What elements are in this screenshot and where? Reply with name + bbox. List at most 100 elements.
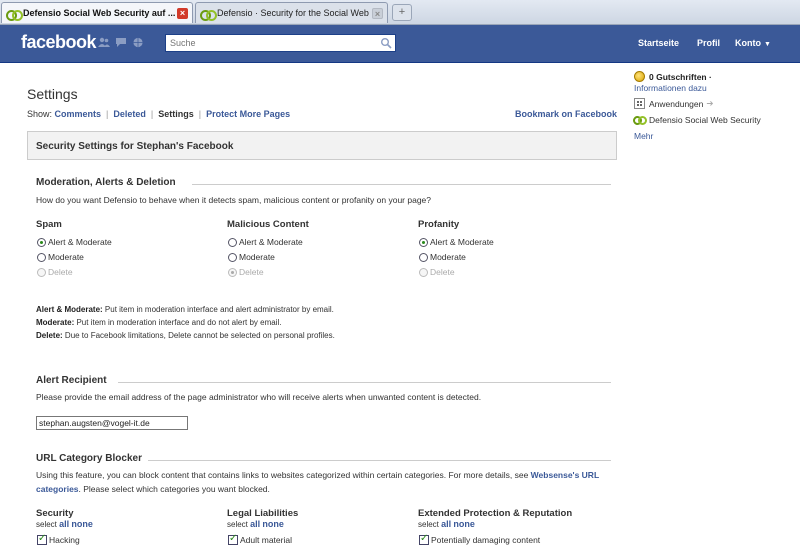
spam-option-alert-moderate[interactable]: Alert & Moderate — [37, 237, 112, 247]
chevron-down-icon: ▼ — [764, 41, 771, 48]
moderation-description: How do you want Defensio to behave when … — [36, 195, 432, 205]
legal-item-adult-material[interactable]: Adult material — [228, 533, 292, 545]
spam-option-moderate[interactable]: Moderate — [37, 252, 84, 262]
select-none-link[interactable]: none — [71, 519, 93, 529]
malicious-option-alert-moderate[interactable]: Alert & Moderate — [228, 237, 303, 247]
separator: | — [150, 109, 154, 119]
desc-text: . Please select which categories you wan… — [78, 484, 270, 494]
option-label: Moderate — [430, 252, 466, 262]
radio-button — [419, 267, 428, 277]
email-field[interactable]: stephan.augsten@vogel-it.de — [36, 416, 188, 430]
arrow-right-icon: ➔ — [706, 98, 714, 108]
legend-term: Moderate: — [36, 318, 75, 327]
sidebar-item-label: Anwendungen — [649, 98, 704, 109]
show-filter-row: Show: Comments | Deleted | Settings | Protect … — [27, 109, 290, 119]
browser-tab-defensio-facebook[interactable]: Defensio Social Web Security auf ... × — [1, 2, 193, 23]
search-box — [165, 34, 396, 52]
websense-url-link[interactable]: Websense's URL — [531, 470, 599, 480]
desc-text: Using this feature, you can block conten… — [36, 470, 531, 480]
url-blocker-heading: URL Category Blocker — [36, 453, 142, 464]
jewel-icons — [98, 37, 144, 48]
facebook-logo[interactable]: facebook — [21, 32, 97, 53]
credits-row: 0 Gutschriften · — [634, 71, 712, 82]
messages-icon[interactable] — [115, 37, 127, 48]
select-all-link[interactable]: all — [250, 519, 260, 529]
profanity-option-moderate[interactable]: Moderate — [419, 252, 466, 262]
tab-close-icon[interactable]: × — [177, 7, 188, 19]
checkbox[interactable] — [419, 533, 429, 545]
url-blocker-description-2: categories. Please select which categori… — [36, 484, 270, 494]
legend-term: Alert & Moderate: — [36, 305, 103, 314]
malicious-column-title: Malicious Content — [227, 219, 309, 230]
radio-button — [228, 267, 237, 277]
notifications-globe-icon[interactable] — [132, 37, 144, 48]
radio-button[interactable] — [228, 252, 237, 262]
facebook-header-bar: facebook Startseite Profil Konto▼ — [0, 25, 800, 63]
info-link[interactable]: Informationen dazu — [634, 83, 707, 93]
legal-category-title: Legal Liabilities — [227, 508, 299, 519]
more-link[interactable]: Mehr — [634, 131, 653, 141]
link-deleted[interactable]: Deleted — [113, 109, 146, 119]
option-label: Delete — [239, 267, 264, 277]
select-label: select — [227, 520, 248, 529]
checkbox[interactable] — [228, 533, 238, 545]
select-all-link[interactable]: all — [441, 519, 451, 529]
legend-text: Put item in moderation interface and do … — [74, 318, 282, 327]
profanity-option-alert-moderate[interactable]: Alert & Moderate — [419, 237, 494, 247]
checkbox[interactable] — [37, 533, 47, 545]
extended-item-damaging-content[interactable]: Potentially damaging content — [419, 533, 540, 545]
new-tab-button[interactable]: + — [392, 4, 412, 21]
legal-select-row: select all none — [227, 519, 284, 529]
option-label: Moderate — [239, 252, 275, 262]
select-label: select — [36, 520, 57, 529]
option-label: Alert & Moderate — [239, 237, 303, 247]
option-label: Alert & Moderate — [48, 237, 112, 247]
sidebar-item-apps[interactable]: Anwendungen ➔ — [634, 98, 713, 109]
malicious-option-moderate[interactable]: Moderate — [228, 252, 275, 262]
url-blocker-description: Using this feature, you can block conten… — [36, 470, 599, 480]
search-input[interactable] — [166, 35, 366, 51]
spam-column-title: Spam — [36, 219, 62, 230]
radio-button[interactable] — [37, 237, 46, 247]
select-all-link[interactable]: all — [59, 519, 69, 529]
select-none-link[interactable]: none — [453, 519, 475, 529]
credits-label: 0 Gutschriften · — [649, 71, 712, 82]
extended-category-title: Extended Protection & Reputation — [418, 508, 573, 519]
checkbox-label: Hacking — [49, 535, 80, 545]
nav-startseite[interactable]: Startseite — [638, 38, 679, 48]
separator: | — [106, 109, 109, 119]
section-divider — [192, 184, 611, 185]
legend-delete: Delete: Due to Facebook limitations, Del… — [36, 331, 335, 340]
defensio-logo-icon — [633, 114, 647, 125]
radio-button[interactable] — [37, 252, 46, 262]
security-item-hacking[interactable]: Hacking — [37, 533, 80, 545]
section-divider — [118, 382, 611, 383]
browser-tab-defensio-site[interactable]: Defensio · Security for the Social Web × — [195, 2, 388, 23]
link-comments[interactable]: Comments — [55, 109, 102, 119]
nav-profil[interactable]: Profil — [697, 38, 720, 48]
security-settings-header: Security Settings for Stephan's Facebook — [27, 131, 617, 160]
option-label: Delete — [48, 267, 73, 277]
spam-option-delete: Delete — [37, 267, 73, 277]
select-label: select — [418, 520, 439, 529]
main-content: Settings Show: Comments | Deleted | Settings… — [0, 64, 800, 550]
tab-close-icon[interactable]: × — [372, 7, 383, 19]
search-icon[interactable] — [380, 37, 392, 49]
profanity-option-delete: Delete — [419, 267, 455, 277]
nav-konto[interactable]: Konto ▼ — [735, 38, 771, 48]
websense-categories-link[interactable]: categories — [36, 484, 79, 494]
friend-requests-icon[interactable] — [98, 37, 110, 48]
legend-text: Put item in moderation interface and ale… — [102, 305, 334, 314]
radio-button[interactable] — [419, 237, 428, 247]
sidebar-item-defensio[interactable]: Defensio Social Web Security — [633, 114, 761, 125]
legend-moderate: Moderate: Put item in moderation interfa… — [36, 318, 281, 327]
security-category-title: Security — [36, 508, 74, 519]
show-label: Show: — [27, 109, 53, 119]
select-none-link[interactable]: none — [262, 519, 284, 529]
bookmark-on-facebook-link[interactable]: Bookmark on Facebook — [515, 109, 617, 119]
separator: | — [198, 109, 202, 119]
tab-title: Defensio Social Web Security auf ... — [23, 8, 176, 18]
link-protect-more-pages[interactable]: Protect More Pages — [206, 109, 290, 119]
radio-button[interactable] — [419, 252, 428, 262]
radio-button[interactable] — [228, 237, 237, 247]
